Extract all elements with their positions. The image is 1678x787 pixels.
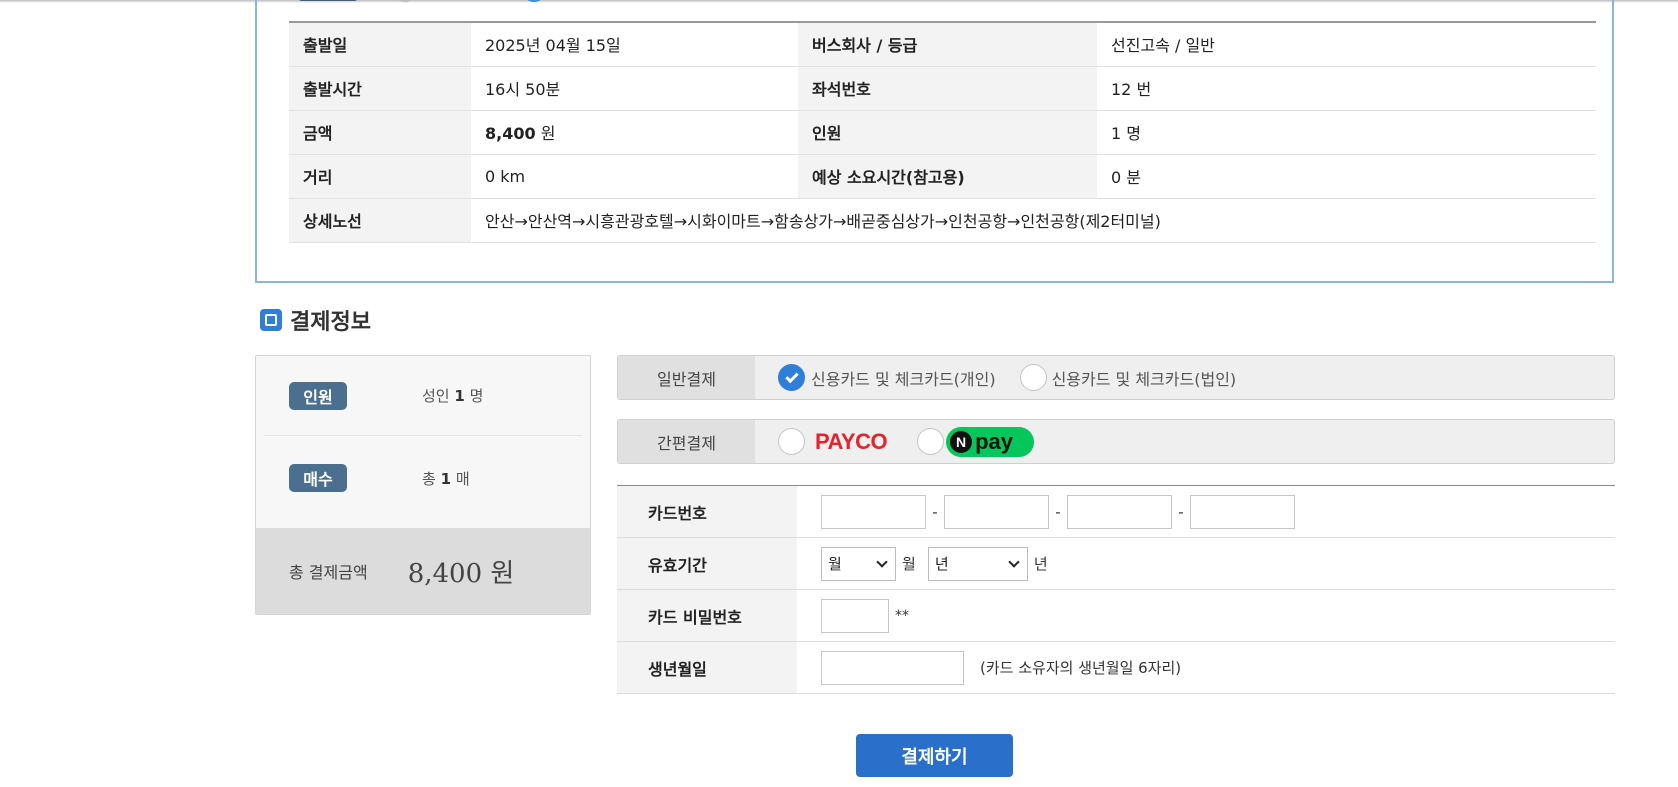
passengers-label: 인원 [798,110,1097,155]
birth-label: 생년월일 [617,641,797,694]
birth-row: 생년월일 (카드 소유자의 생년월일 6자리) [617,641,1615,694]
distance-value: 0 km [471,154,798,199]
table-row: 거리 0 km 예상 소요시간(참고용) 0 분 [289,154,1596,199]
total-amount: 8,400 원 [407,558,515,589]
table-row: 출발일 2025년 04월 15일 버스회사 / 등급 선진고속 / 일반 [289,22,1596,67]
people-unit: 명 [469,387,484,405]
radio-unchecked-icon[interactable] [778,428,805,455]
departure-date-value: 2025년 04월 15일 [471,22,798,67]
section-title: 결제정보 [290,310,371,335]
month-select-value: 월 [828,555,842,573]
departure-time-label: 출발시간 [289,66,471,111]
price-amount: 8,400 [485,124,536,143]
option-npay[interactable]: N pay [917,426,1035,457]
card-number-input-1[interactable] [821,494,926,529]
dash: - [1178,502,1184,521]
tickets-unit: 매 [455,469,470,488]
total-label: 총 결제금액 [289,563,368,582]
option-payco[interactable]: PAYCO [778,428,888,455]
card-number-input-3[interactable] [1067,494,1172,529]
price-label: 금액 [289,110,471,155]
npay-text: pay [975,428,1014,454]
expiry-fields: 월월년년 [797,537,1615,590]
card-password-label: 카드 비밀번호 [617,589,797,642]
card-password-input[interactable] [821,598,889,633]
duration-value: 0 분 [1097,154,1596,199]
expiry-year-select[interactable]: 년 [927,546,1028,581]
duration-label: 예상 소요시간(참고용) [798,154,1097,199]
people-count: 1 [454,387,465,405]
bus-company-label: 버스회사 / 등급 [798,22,1097,67]
route-label: 상세노선 [289,198,471,243]
table-row: 상세노선 안산→안산역→시흥관광호텔→시화이마트→함송상가→배곧중심상가→인천공… [289,198,1596,243]
option-corporate-label: 신용카드 및 체크카드(법인) [1051,369,1237,389]
tickets-count: 1 [440,469,452,488]
birth-input[interactable] [821,650,964,685]
expiry-row: 유효기간 월월년년 [617,537,1615,590]
tickets-value: 총 1 매 [422,468,470,489]
radio-checked-icon[interactable] [778,364,805,391]
card-number-input-4[interactable] [1190,494,1295,529]
people-value: 성인 1 명 [422,385,483,406]
seat-number-value: 12 번 [1097,66,1596,111]
payco-logo: PAYCO [815,428,888,454]
card-number-fields: --- [797,485,1615,538]
card-password-fields: ** [797,589,1615,642]
month-unit: 월 [902,555,916,573]
year-select-value: 년 [934,555,949,573]
payment-info-heading: 결제정보 [260,305,371,335]
general-payment-row: 일반결제 신용카드 및 체크카드(개인) 신용카드 및 체크카드(법인) [617,355,1615,400]
chevron-down-icon [1008,555,1020,568]
card-number-input-2[interactable] [944,494,1049,529]
table-row: 출발시간 16시 50분 좌석번호 12 번 [289,66,1596,111]
card-number-label: 카드번호 [617,485,797,538]
departure-time-value: 16시 50분 [471,66,798,111]
dash: - [932,502,938,521]
option-personal-card[interactable]: 신용카드 및 체크카드(개인) [778,364,996,391]
card-form: 카드번호 --- 유효기간 월월년년 카드 비밀번호 ** 생년월일 (카드 소… [617,485,1615,694]
people-badge: 인원 [289,381,347,410]
route-value: 안산→안산역→시흥관광호텔→시화이마트→함송상가→배곧중심상가→인천공항→인천공… [471,198,1596,243]
card-number-row: 카드번호 - - - [617,485,1615,538]
bus-icon [260,309,282,331]
summary-tickets-row: 매수 총 1 매 [256,438,590,518]
option-personal-label: 신용카드 및 체크카드(개인) [811,369,996,389]
price-value: 8,400 원 [471,110,798,155]
payment-summary: 인원 성인 1 명 매수 총 1 매 총 결제금액 8,400 원 [255,355,591,615]
general-payment-label: 일반결제 [618,356,755,399]
year-unit: 년 [1033,555,1048,573]
easy-payment-label: 간편결제 [618,420,755,463]
chevron-down-icon [876,555,888,568]
expiry-month-select[interactable]: 월 [821,546,896,581]
birth-note: (카드 소유자의 생년월일 6자리) [980,659,1182,677]
distance-label: 거리 [289,154,471,199]
expiry-label: 유효기간 [617,537,797,590]
table-row: 금액 8,400 원 인원 1 명 [289,110,1596,155]
radio-unchecked-icon[interactable] [917,428,945,455]
radio-unchecked-icon[interactable] [1019,364,1047,391]
bus-company-value: 선진고속 / 일반 [1097,22,1596,67]
departure-date-label: 출발일 [289,22,471,67]
people-prefix: 성인 [422,387,450,405]
summary-people-row: 인원 성인 1 명 [264,356,582,436]
easy-payment-row: 간편결제 PAYCO N pay [617,419,1615,464]
dash: - [1055,502,1061,521]
password-suffix: ** [895,607,909,624]
tickets-prefix: 총 [422,469,436,488]
price-unit: 원 [540,124,556,143]
passengers-value: 1 명 [1097,110,1596,155]
trip-info-table: 출발일 2025년 04월 15일 버스회사 / 등급 선진고속 / 일반 출발… [289,21,1596,243]
password-row: 카드 비밀번호 ** [617,589,1615,642]
npay-logo: N pay [946,426,1035,457]
birth-fields: (카드 소유자의 생년월일 6자리) [797,641,1615,694]
seat-number-label: 좌석번호 [798,66,1097,111]
tickets-badge: 매수 [289,464,347,492]
pay-button[interactable]: 결제하기 [856,734,1013,777]
option-corporate-card[interactable]: 신용카드 및 체크카드(법인) [1019,364,1237,391]
summary-total: 총 결제금액 8,400 원 [256,528,590,614]
npay-n-icon: N [950,430,973,453]
